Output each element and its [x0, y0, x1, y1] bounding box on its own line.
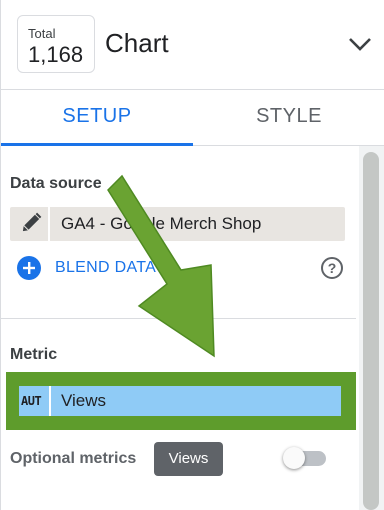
toggle-knob[interactable]	[283, 447, 305, 469]
data-source-heading: Data source	[10, 175, 102, 192]
section-divider	[1, 318, 356, 319]
scorecard-value: 1,168	[28, 42, 84, 67]
tab-bar: SETUP STYLE	[1, 90, 384, 146]
tab-style[interactable]: STYLE	[193, 90, 384, 146]
metric-type-badge: AUT	[19, 386, 51, 416]
edit-source-button[interactable]	[10, 207, 50, 241]
data-source-selector[interactable]: GA4 - Google Merch Shop	[10, 207, 345, 241]
chevron-down-icon[interactable]	[347, 34, 373, 54]
plus-icon	[23, 262, 35, 274]
chart-type-title: Chart	[105, 28, 169, 58]
scorecard-label: Total	[28, 26, 56, 41]
add-circle-icon[interactable]	[17, 256, 41, 280]
tab-setup[interactable]: SETUP	[1, 90, 193, 146]
metric-heading: Metric	[10, 346, 58, 363]
active-tab-indicator	[1, 143, 193, 146]
optional-metrics-label: Optional metrics	[10, 450, 137, 467]
metric-name: Views	[61, 391, 107, 410]
optional-metric-chip[interactable]: Views	[154, 442, 223, 476]
properties-panel: Total 1,168 Chart SETUP STYLE Data sourc…	[0, 0, 384, 510]
blend-data-link[interactable]: BLEND DATA	[55, 259, 156, 277]
scrollbar-thumb[interactable]	[363, 152, 379, 510]
metric-field-chip[interactable]: AUT Views	[19, 386, 341, 416]
scorecard-preview-chip[interactable]: Total 1,168	[17, 15, 95, 73]
panel-header: Total 1,168 Chart	[1, 0, 384, 90]
pencil-icon	[22, 212, 42, 232]
data-source-name: GA4 - Google Merch Shop	[61, 214, 262, 233]
help-circle-icon[interactable]: ?	[321, 257, 343, 279]
